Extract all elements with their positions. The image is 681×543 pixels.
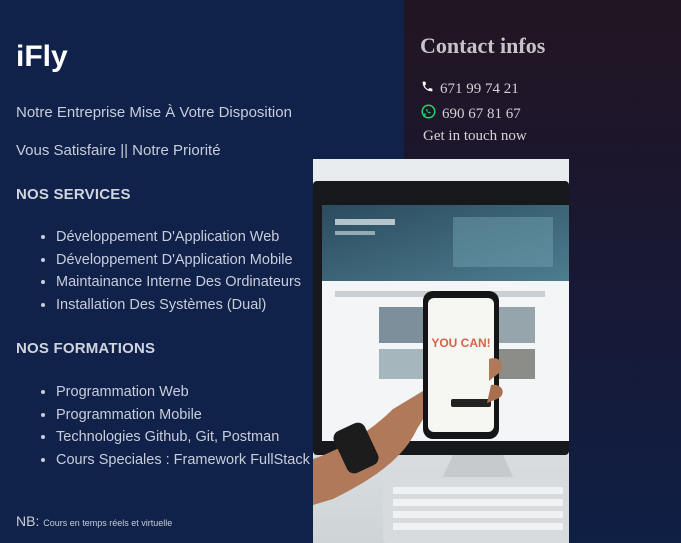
formation-item: Cours Speciales : Framework FullStack bbox=[56, 449, 310, 472]
services-title: NOS SERVICES bbox=[16, 186, 131, 203]
phone-row[interactable]: 671 99 74 21 bbox=[421, 80, 519, 98]
service-item: Développement D'Application Web bbox=[56, 226, 301, 249]
formation-item: Programmation Mobile bbox=[56, 404, 310, 427]
service-item: Développement D'Application Mobile bbox=[56, 249, 301, 272]
service-item: Maintainance Interne Des Ordinateurs bbox=[56, 271, 301, 294]
whatsapp-icon bbox=[421, 104, 436, 124]
contact-title: Contact infos bbox=[420, 33, 546, 58]
formation-item: Technologies Github, Git, Postman bbox=[56, 426, 310, 449]
formations-list: Programmation Web Programmation Mobile T… bbox=[16, 381, 310, 471]
phone-screen-text: YOU CAN! bbox=[431, 336, 490, 350]
brand-logo: iFly bbox=[16, 40, 68, 73]
services-list: Développement D'Application Web Développ… bbox=[16, 226, 301, 316]
phone-icon bbox=[421, 80, 434, 98]
hero-photo: YOU CAN! bbox=[313, 159, 569, 543]
formation-item: Programmation Web bbox=[56, 381, 310, 404]
tagline-primary: Notre Entreprise Mise À Votre Dispositio… bbox=[16, 104, 292, 121]
get-in-touch-link[interactable]: Get in touch now bbox=[423, 128, 527, 145]
nb-note: NB: Cours en temps réels et virtuelle bbox=[16, 513, 172, 529]
photo-illustration: YOU CAN! bbox=[313, 181, 569, 543]
tagline-secondary: Vous Satisfaire || Notre Priorité bbox=[16, 142, 221, 159]
nb-text: Cours en temps réels et virtuelle bbox=[43, 518, 173, 528]
whatsapp-number: 690 67 81 67 bbox=[442, 105, 521, 122]
service-item: Installation Des Systèmes (Dual) bbox=[56, 294, 301, 317]
whatsapp-row[interactable]: 690 67 81 67 bbox=[421, 104, 521, 124]
nb-label: NB: bbox=[16, 513, 40, 529]
formations-title: NOS FORMATIONS bbox=[16, 340, 156, 357]
phone-number: 671 99 74 21 bbox=[440, 80, 519, 97]
